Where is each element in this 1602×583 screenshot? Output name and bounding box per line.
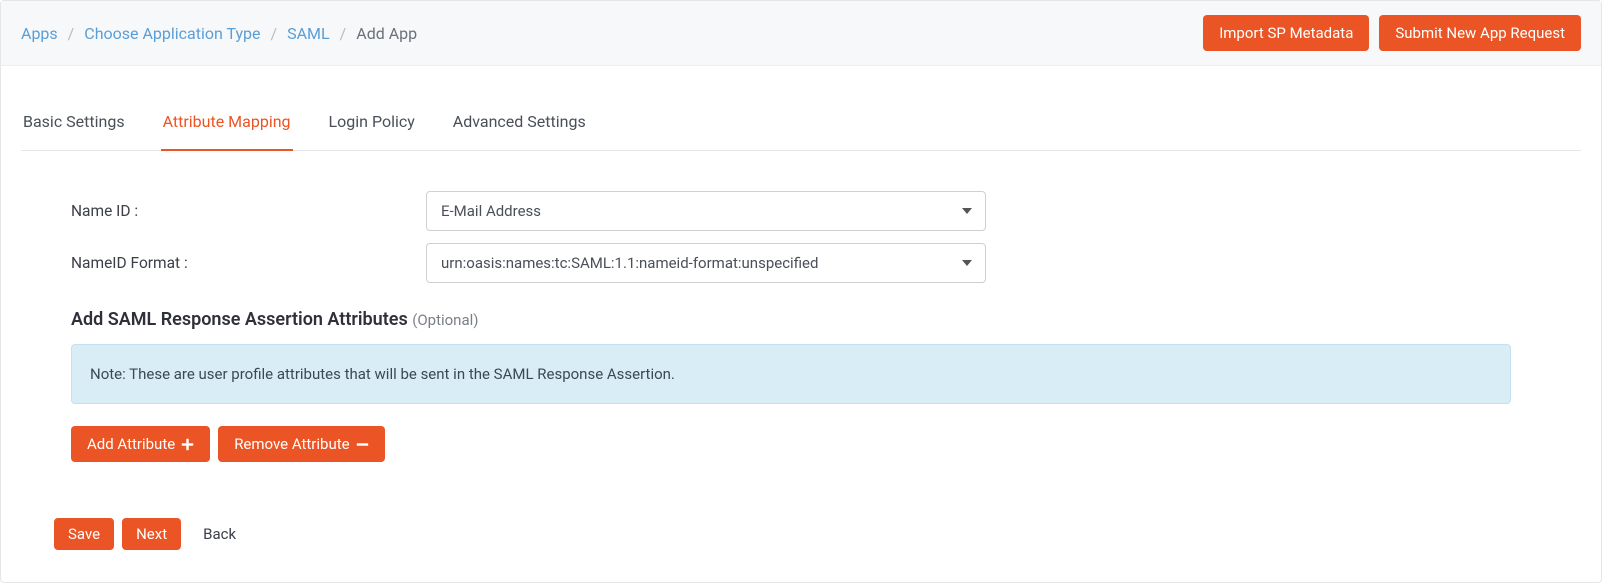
add-attribute-button[interactable]: Add Attribute xyxy=(71,426,210,462)
tabs: Basic Settings Attribute Mapping Login P… xyxy=(21,96,1581,151)
app-window: Apps / Choose Application Type / SAML / … xyxy=(0,0,1602,583)
tab-attribute-mapping[interactable]: Attribute Mapping xyxy=(161,96,293,151)
tab-content: Name ID : E-Mail Address NameID Format :… xyxy=(1,151,1601,580)
breadcrumb-saml[interactable]: SAML xyxy=(287,24,330,43)
save-button[interactable]: Save xyxy=(54,518,114,550)
breadcrumb-current: Add App xyxy=(356,24,417,43)
form-container: Name ID : E-Mail Address NameID Format :… xyxy=(21,191,1581,550)
remove-attribute-label: Remove Attribute xyxy=(234,435,349,453)
back-button[interactable]: Back xyxy=(189,518,250,550)
footer-buttons: Save Next Back xyxy=(54,518,1511,550)
tabs-container: Basic Settings Attribute Mapping Login P… xyxy=(1,96,1601,151)
tab-basic-settings[interactable]: Basic Settings xyxy=(21,96,127,151)
nameid-format-select-wrap: urn:oasis:names:tc:SAML:1.1:nameid-forma… xyxy=(426,243,986,283)
import-sp-metadata-button[interactable]: Import SP Metadata xyxy=(1203,15,1369,51)
tab-advanced-settings[interactable]: Advanced Settings xyxy=(451,96,588,151)
name-id-label: Name ID : xyxy=(71,202,426,220)
add-attribute-label: Add Attribute xyxy=(87,435,175,453)
submit-new-app-request-button[interactable]: Submit New App Request xyxy=(1379,15,1581,51)
next-button[interactable]: Next xyxy=(122,518,181,550)
header-bar: Apps / Choose Application Type / SAML / … xyxy=(1,1,1601,66)
plus-icon xyxy=(181,438,194,451)
breadcrumb-choose-app-type[interactable]: Choose Application Type xyxy=(84,24,260,43)
tab-login-policy[interactable]: Login Policy xyxy=(327,96,417,151)
attribute-buttons: Add Attribute Remove Attribute xyxy=(71,426,1511,462)
note-box: Note: These are user profile attributes … xyxy=(71,344,1511,404)
name-id-select[interactable]: E-Mail Address xyxy=(426,191,986,231)
breadcrumb-apps[interactable]: Apps xyxy=(21,24,58,43)
section-title-text: Add SAML Response Assertion Attributes xyxy=(71,309,408,330)
section-optional-label: (Optional) xyxy=(412,311,478,329)
remove-attribute-button[interactable]: Remove Attribute xyxy=(218,426,384,462)
breadcrumb-separator: / xyxy=(68,24,75,43)
nameid-format-label: NameID Format : xyxy=(71,254,426,272)
breadcrumb: Apps / Choose Application Type / SAML / … xyxy=(21,24,417,43)
header-actions: Import SP Metadata Submit New App Reques… xyxy=(1203,15,1581,51)
section-title: Add SAML Response Assertion Attributes (… xyxy=(71,309,1511,330)
nameid-format-select[interactable]: urn:oasis:names:tc:SAML:1.1:nameid-forma… xyxy=(426,243,986,283)
form-row-name-id: Name ID : E-Mail Address xyxy=(71,191,1511,231)
name-id-select-wrap: E-Mail Address xyxy=(426,191,986,231)
minus-icon xyxy=(356,438,369,451)
form-row-nameid-format: NameID Format : urn:oasis:names:tc:SAML:… xyxy=(71,243,1511,283)
breadcrumb-separator: / xyxy=(340,24,347,43)
breadcrumb-separator: / xyxy=(271,24,278,43)
